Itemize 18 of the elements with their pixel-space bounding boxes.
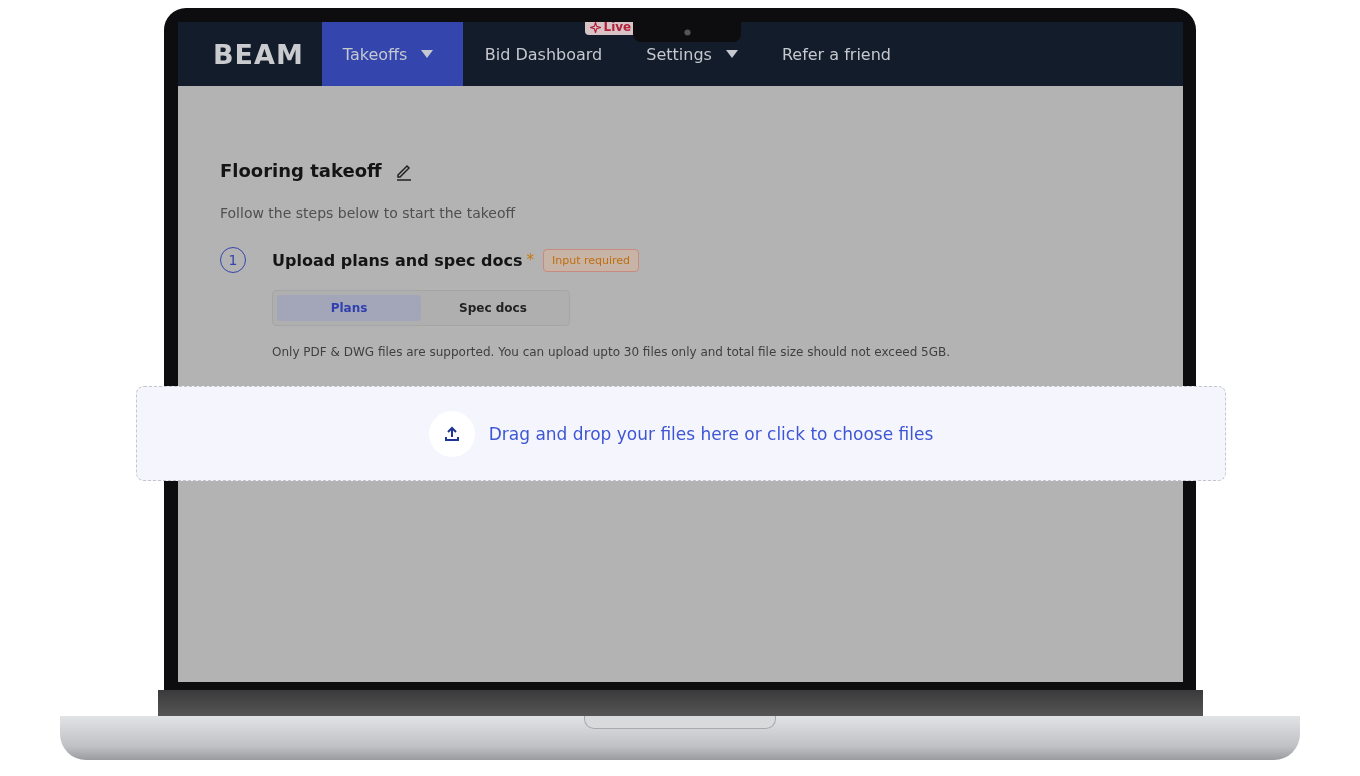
drop-zone[interactable]: Drag and drop your files here or click to choose files (136, 386, 1226, 481)
upload-note: Only PDF & DWG files are supported. You can upload upto 30 files only and total file size should not exceed 5GB. (272, 345, 952, 359)
nav-tab[interactable]: Takeoffs (321, 22, 463, 86)
sparkle-icon (589, 22, 601, 33)
segment-tab[interactable]: Plans (277, 295, 421, 321)
logo: BEAM (212, 37, 305, 72)
live-label: Live (603, 22, 632, 34)
nav-tab[interactable]: Refer a friend (759, 41, 913, 67)
step-title: Upload plans and spec docs (272, 250, 523, 270)
drop-zone-text: Drag and drop your files here or click to choose files (488, 423, 934, 444)
upload-icon (442, 424, 461, 443)
nav-tab[interactable]: Settings (624, 41, 760, 67)
segment-tab[interactable]: Spec docs (421, 295, 565, 321)
status-badge: Input required (543, 248, 640, 272)
subtitle: Follow the steps below to start the takeoff (220, 205, 517, 221)
page-title: Flooring takeoff (220, 160, 382, 181)
required-mark: * (526, 251, 534, 269)
camera-dot-icon (683, 28, 691, 36)
